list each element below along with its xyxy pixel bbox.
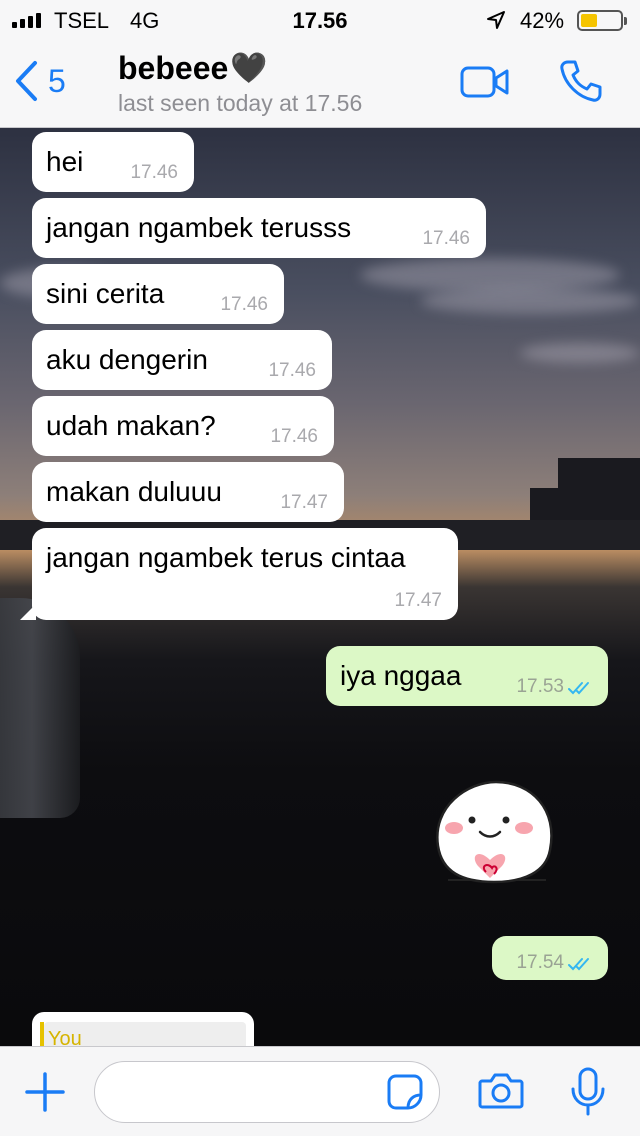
message-time: 17.46 xyxy=(270,426,318,447)
quote-bar xyxy=(40,1022,44,1046)
message-bubble-incoming[interactable]: sini cerita 17.46 xyxy=(32,264,284,324)
message-bubble-outgoing[interactable]: 17.54 xyxy=(492,936,608,980)
battery-percent: 42% xyxy=(520,8,565,33)
message-bubble-incoming[interactable]: makan duluuu 17.47 xyxy=(32,462,344,522)
message-text: jangan ngambek terusss xyxy=(46,212,352,243)
bubble-tail xyxy=(20,604,36,620)
mochi-heart-sticker[interactable] xyxy=(428,776,558,900)
message-text: jangan ngambek terus cintaa xyxy=(46,542,406,573)
reply-message-bubble[interactable]: You xyxy=(32,1012,254,1046)
last-seen-status: last seen today at 17.56 xyxy=(118,90,363,116)
message-text: sini cerita xyxy=(46,278,165,309)
chat-header: TSEL 4G 17.56 42% 5 bebeee 🖤 last seen t… xyxy=(0,0,640,128)
message-time: 17.54 xyxy=(516,952,564,973)
message-time: 17.46 xyxy=(220,294,268,315)
message-bubble-incoming[interactable]: hei 17.46 xyxy=(32,132,194,192)
status-bar: TSEL 4G 17.56 42% xyxy=(0,0,640,40)
message-text: makan duluuu xyxy=(46,476,222,507)
message-composer xyxy=(0,1046,640,1136)
message-time: 17.53 xyxy=(516,676,564,697)
message-bubble-outgoing[interactable]: iya nggaa 17.53 xyxy=(326,646,608,706)
video-call-icon[interactable] xyxy=(460,66,510,98)
message-time: 17.47 xyxy=(280,492,328,513)
battery-icon xyxy=(577,10,627,31)
message-text: iya nggaa xyxy=(340,660,462,691)
quoted-sender: You xyxy=(48,1028,82,1046)
unread-count: 5 xyxy=(48,62,66,99)
message-text: udah makan? xyxy=(46,410,216,441)
sticker-icon[interactable] xyxy=(386,1073,424,1111)
contact-name[interactable]: bebeee 🖤 xyxy=(118,50,268,87)
wallpaper-car xyxy=(0,598,80,818)
message-time: 17.46 xyxy=(130,162,178,183)
plus-icon[interactable] xyxy=(24,1071,66,1113)
wallpaper-cloud xyxy=(520,343,640,363)
phone-icon[interactable] xyxy=(558,58,604,104)
chevron-left-icon xyxy=(16,61,37,101)
message-time: 17.46 xyxy=(268,360,316,381)
location-arrow-icon xyxy=(487,11,505,29)
read-receipt-icon xyxy=(568,682,589,695)
message-time: 17.47 xyxy=(394,590,442,611)
black-heart-emoji: 🖤 xyxy=(230,52,268,85)
wallpaper-cloud xyxy=(420,288,640,314)
message-text: aku dengerin xyxy=(46,344,208,375)
message-time: 17.46 xyxy=(422,228,470,249)
chat-background[interactable]: hei 17.46 jangan ngambek terusss 17.46 s… xyxy=(0,128,640,1046)
wallpaper-cloud xyxy=(360,258,620,292)
message-bubble-incoming[interactable]: jangan ngambek terus cintaa 17.47 xyxy=(20,528,458,620)
message-text: hei xyxy=(46,146,84,177)
back-button[interactable]: 5 xyxy=(14,60,66,102)
message-bubble-incoming[interactable]: udah makan? 17.46 xyxy=(32,396,334,456)
read-receipt-icon xyxy=(568,958,589,971)
microphone-icon[interactable] xyxy=(570,1067,606,1117)
camera-icon[interactable] xyxy=(478,1071,524,1111)
message-bubble-incoming[interactable]: jangan ngambek terusss 17.46 xyxy=(32,198,486,258)
contact-name-text: bebeee xyxy=(118,50,229,86)
message-bubble-incoming[interactable]: aku dengerin 17.46 xyxy=(32,330,332,390)
